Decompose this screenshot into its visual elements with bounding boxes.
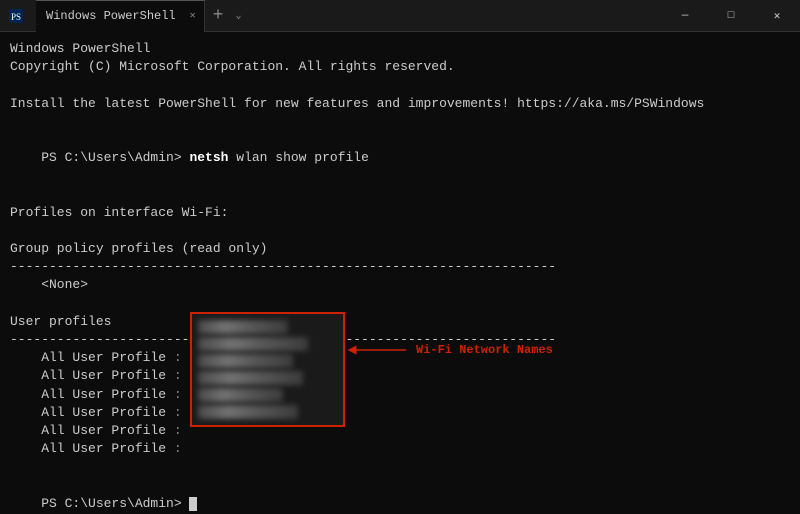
tabs-dropdown-button[interactable]: ⌄ <box>231 10 245 22</box>
output-line-14: User profiles <box>10 313 790 331</box>
tab-label: Windows PowerShell <box>46 9 176 23</box>
minimize-button[interactable]: — <box>662 0 708 32</box>
network-names-box <box>190 312 345 427</box>
maximize-button[interactable]: □ <box>708 0 754 32</box>
output-line-4: Install the latest PowerShell for new fe… <box>10 95 790 113</box>
output-line-12: <None> <box>10 276 790 294</box>
output-line-10: Group policy profiles (read only) <box>10 240 790 258</box>
command-args: wlan show profile <box>228 150 368 165</box>
blurred-network-6 <box>198 405 298 419</box>
titlebar-left: PS <box>8 8 24 24</box>
command-netsh: netsh <box>189 150 228 165</box>
output-line-13 <box>10 295 790 313</box>
blurred-network-4 <box>198 371 303 385</box>
output-line-9 <box>10 222 790 240</box>
output-line-3 <box>10 76 790 94</box>
output-line-1: Windows PowerShell <box>10 40 790 58</box>
annotation-arrow-svg <box>348 340 408 360</box>
prompt-1: PS C:\Users\Admin> <box>41 150 189 165</box>
blurred-network-1 <box>198 320 288 334</box>
final-prompt-line: PS C:\Users\Admin> <box>10 477 790 514</box>
window-controls: — □ ✕ <box>662 0 800 32</box>
output-line-8: Profiles on interface Wi-Fi: <box>10 204 790 222</box>
command-line: PS C:\Users\Admin> netsh wlan show profi… <box>10 131 790 186</box>
powershell-icon: PS <box>8 8 24 24</box>
titlebar: PS Windows PowerShell ✕ + ⌄ — □ ✕ <box>0 0 800 32</box>
close-button[interactable]: ✕ <box>754 0 800 32</box>
svg-text:PS: PS <box>11 12 21 22</box>
profile-line-6: All User Profile : <box>10 440 790 458</box>
prompt-2: PS C:\Users\Admin> <box>41 496 189 511</box>
profile-line-4: All User Profile : <box>10 404 790 422</box>
blurred-network-5 <box>198 388 283 402</box>
output-line-11: ----------------------------------------… <box>10 258 790 276</box>
cursor <box>189 497 197 511</box>
profile-line-5: All User Profile : <box>10 422 790 440</box>
tab-close-button[interactable]: ✕ <box>190 10 196 22</box>
output-line-2: Copyright (C) Microsoft Corporation. All… <box>10 58 790 76</box>
profile-line-3: All User Profile : <box>10 386 790 404</box>
output-line-5 <box>10 113 790 131</box>
titlebar-tabs: Windows PowerShell ✕ + ⌄ <box>36 0 245 32</box>
output-line-22 <box>10 458 790 476</box>
wifi-annotation: Wi-Fi Network Names <box>348 340 553 360</box>
profile-line-2: All User Profile : <box>10 367 790 385</box>
terminal-window[interactable]: Windows PowerShell Copyright (C) Microso… <box>0 32 800 514</box>
blurred-network-3 <box>198 354 293 368</box>
active-tab[interactable]: Windows PowerShell ✕ <box>36 0 205 32</box>
output-line-7 <box>10 186 790 204</box>
new-tab-button[interactable]: + <box>205 6 232 26</box>
annotation-text: Wi-Fi Network Names <box>416 342 553 359</box>
blurred-network-2 <box>198 337 308 351</box>
